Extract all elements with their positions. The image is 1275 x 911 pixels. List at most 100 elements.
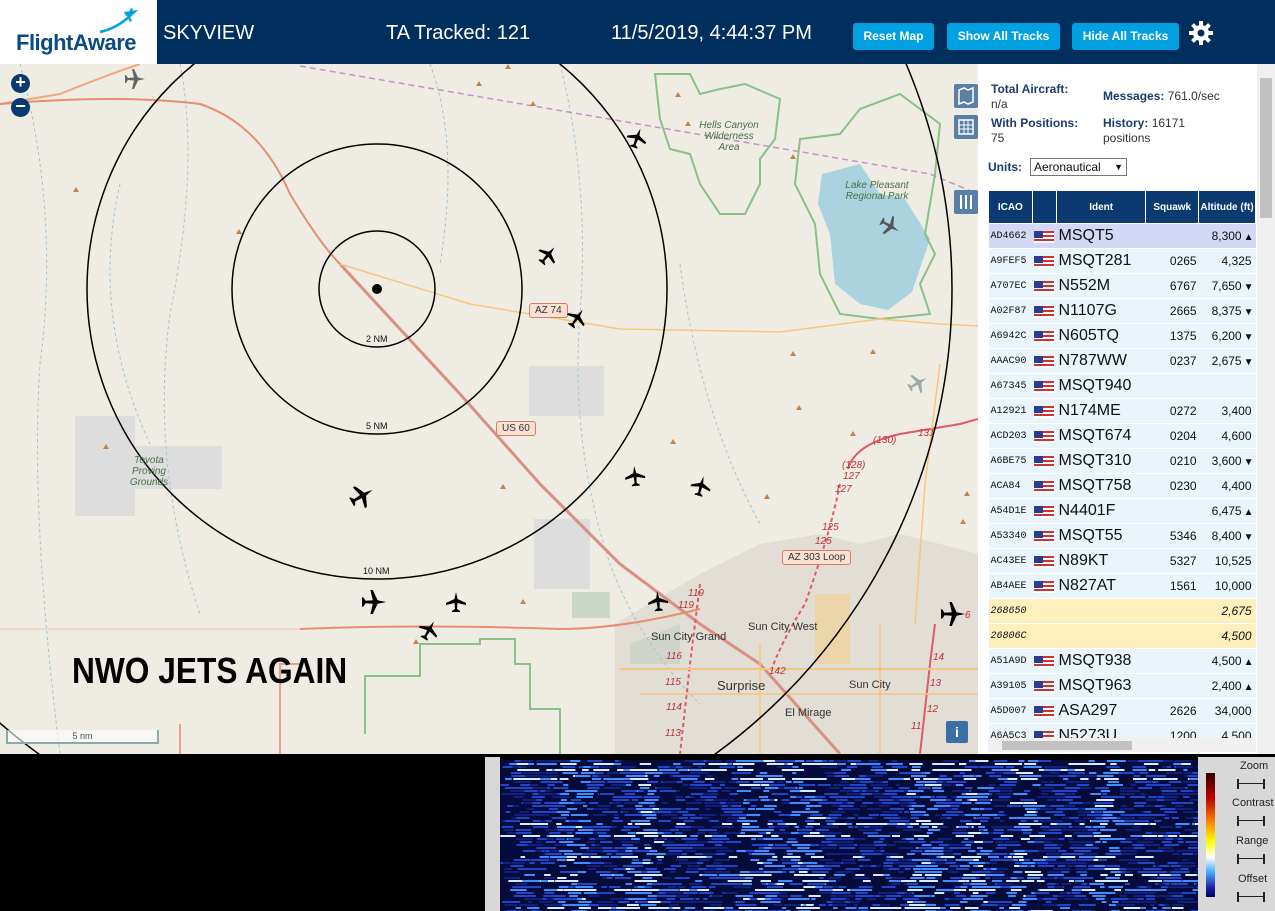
horizontal-scroll-thumb[interactable]	[1002, 741, 1132, 750]
zoom-in-icon[interactable]: +	[11, 73, 30, 93]
flag-cell	[1032, 398, 1057, 424]
offset-label: Offset	[1238, 873, 1268, 885]
column-header-flag[interactable]	[1031, 190, 1058, 224]
skyview-app: FlightAware SKYVIEW TA Tracked: 121 11/5…	[0, 0, 1275, 911]
units-select[interactable]: Aeronautical ▼	[1030, 158, 1127, 176]
flag-cell	[1032, 698, 1057, 724]
squawk-cell	[1145, 223, 1199, 249]
table-row[interactable]: ACA84 MSQT758 0230 4,400	[988, 473, 1256, 499]
table-row[interactable]: 26806C 4,500	[988, 623, 1256, 649]
ident-cell: ASA297	[1056, 698, 1146, 724]
table-row[interactable]: A02F87 N1107G 2665 8,375 ▼	[988, 298, 1256, 324]
table-row[interactable]: A53340 MSQT55 5346 8,400 ▼	[988, 523, 1256, 549]
icao-cell: 26806C	[988, 623, 1033, 649]
flag-cell	[1032, 423, 1057, 449]
table-row[interactable]: A9FEF5 MSQT281 0265 4,325	[988, 248, 1256, 274]
color-scale-bar	[1206, 773, 1215, 897]
map-layers-icon[interactable]	[954, 84, 978, 108]
flag-cell	[1032, 673, 1057, 699]
altitude-value: 8,300	[1211, 229, 1242, 243]
reset-map-button[interactable]: Reset Map	[853, 23, 934, 50]
altitude-value: 6,200	[1211, 329, 1242, 343]
icao-cell: A6942C	[988, 323, 1033, 349]
table-row[interactable]: ACD203 MSQT674 0204 4,600	[988, 423, 1256, 449]
flag-cell	[1032, 373, 1057, 399]
table-row[interactable]: A6942C N605TQ 1375 6,200 ▼	[988, 323, 1256, 349]
vertical-scrollbar[interactable]	[1257, 64, 1275, 754]
aircraft-icon[interactable]	[345, 479, 379, 513]
panel-divider[interactable]	[485, 757, 500, 911]
aircraft-icon[interactable]	[941, 602, 965, 626]
zoom-slider[interactable]	[1237, 779, 1265, 789]
flag-cell	[1032, 498, 1057, 524]
table-row[interactable]: AAAC90 N787WW 0237 2,675 ▼	[988, 348, 1256, 374]
aircraft-icon[interactable]	[362, 590, 386, 614]
map-view[interactable]: 2 NM 5 NM 10 NM AZ 74 US 60 AZ 303 Loop …	[0, 64, 978, 754]
squawk-cell: 2665	[1145, 298, 1199, 324]
tracked-count: TA Tracked: 121	[386, 22, 531, 44]
range-slider[interactable]	[1237, 854, 1265, 864]
table-row[interactable]: A67345 MSQT940	[988, 373, 1256, 399]
altitude-cell: 8,375 ▼	[1198, 298, 1256, 324]
squawk-cell: 0204	[1145, 423, 1199, 449]
table-row[interactable]: A39105 MSQT963 2,400 ▲	[988, 673, 1256, 699]
gear-icon[interactable]	[1188, 20, 1214, 46]
altitude-cell: 3,400	[1198, 398, 1256, 424]
hide-all-tracks-button[interactable]: Hide All Tracks	[1072, 23, 1179, 50]
table-row[interactable]: A12921 N174ME 0272 3,400	[988, 398, 1256, 424]
with-positions-value: 75	[991, 131, 1005, 145]
aircraft-icon[interactable]	[415, 616, 443, 644]
column-header-squawk[interactable]: Squawk	[1145, 190, 1200, 224]
aircraft-icon[interactable]	[624, 465, 646, 487]
aircraft-icon[interactable]	[688, 473, 714, 499]
squawk-cell: 5327	[1145, 548, 1199, 574]
info-icon[interactable]: i	[946, 721, 968, 743]
altitude-value: 2,400	[1211, 679, 1242, 693]
aircraft-icon[interactable]	[533, 240, 563, 270]
aircraft-icon[interactable]	[876, 212, 904, 240]
column-header-altitude[interactable]: Altitude (ft)	[1198, 190, 1256, 224]
horizontal-scrollbar[interactable]	[988, 738, 1256, 752]
flightaware-logo[interactable]: FlightAware	[0, 0, 157, 64]
altitude-cell: 4,600	[1198, 423, 1256, 449]
table-row[interactable]: AB4AEE N827AT 1561 10,000	[988, 573, 1256, 599]
aircraft-icon[interactable]	[904, 369, 932, 397]
aircraft-table: ICAO Ident Squawk Altitude (ft) AD4662 MS…	[988, 190, 1256, 749]
overlay-caption: NWO JETS AGAIN	[72, 650, 348, 691]
columns-icon[interactable]	[954, 190, 978, 214]
aircraft-icon[interactable]	[446, 592, 466, 612]
table-row[interactable]: 268650 2,675	[988, 598, 1256, 624]
zoom-out-icon[interactable]: −	[11, 97, 30, 117]
table-row[interactable]: AC43EE N89KT 5327 10,525	[988, 548, 1256, 574]
table-row[interactable]: A707EC N552M 6767 7,650 ▼	[988, 273, 1256, 299]
ident-cell: MSQT758	[1056, 473, 1146, 499]
us-flag-icon	[1034, 455, 1055, 468]
table-row[interactable]: A5D007 ASA297 2626 34,000	[988, 698, 1256, 724]
aircraft-icon[interactable]	[647, 590, 669, 612]
grid-icon[interactable]	[954, 115, 978, 139]
icao-cell: A707EC	[988, 273, 1033, 299]
aircraft-icon[interactable]	[563, 304, 591, 332]
contrast-slider[interactable]	[1237, 816, 1265, 826]
waterfall-display[interactable]	[500, 760, 1198, 911]
table-row[interactable]: AD4662 MSQT5 8,300 ▲	[988, 223, 1256, 249]
aircraft-icon[interactable]	[125, 69, 145, 89]
show-all-tracks-button[interactable]: Show All Tracks	[947, 23, 1060, 50]
history-unit: positions	[1103, 131, 1151, 145]
vertical-scroll-thumb[interactable]	[1260, 78, 1272, 218]
table-row[interactable]: A6BE75 MSQT310 0210 3,600 ▼	[988, 448, 1256, 474]
icao-cell: A9FEF5	[988, 248, 1033, 274]
map-scale-bar: 5 nm	[6, 730, 159, 744]
offset-slider[interactable]	[1237, 892, 1265, 902]
column-header-ident[interactable]: Ident	[1055, 190, 1147, 224]
column-header-icao[interactable]: ICAO	[988, 190, 1033, 224]
table-row[interactable]: A51A9D MSQT938 4,500 ▲	[988, 648, 1256, 674]
squawk-cell	[1145, 598, 1199, 624]
altitude-cell: 2,675	[1198, 598, 1256, 624]
aircraft-icon[interactable]	[624, 125, 650, 151]
altitude-value: 6,475	[1211, 504, 1242, 518]
table-row[interactable]: A54D1E N4401F 6,475 ▲	[988, 498, 1256, 524]
ident-cell: MSQT5	[1056, 223, 1146, 249]
messages-stat: Messages: 761.0/sec	[1103, 89, 1220, 104]
altitude-trend-icon: ▼	[1243, 457, 1254, 468]
